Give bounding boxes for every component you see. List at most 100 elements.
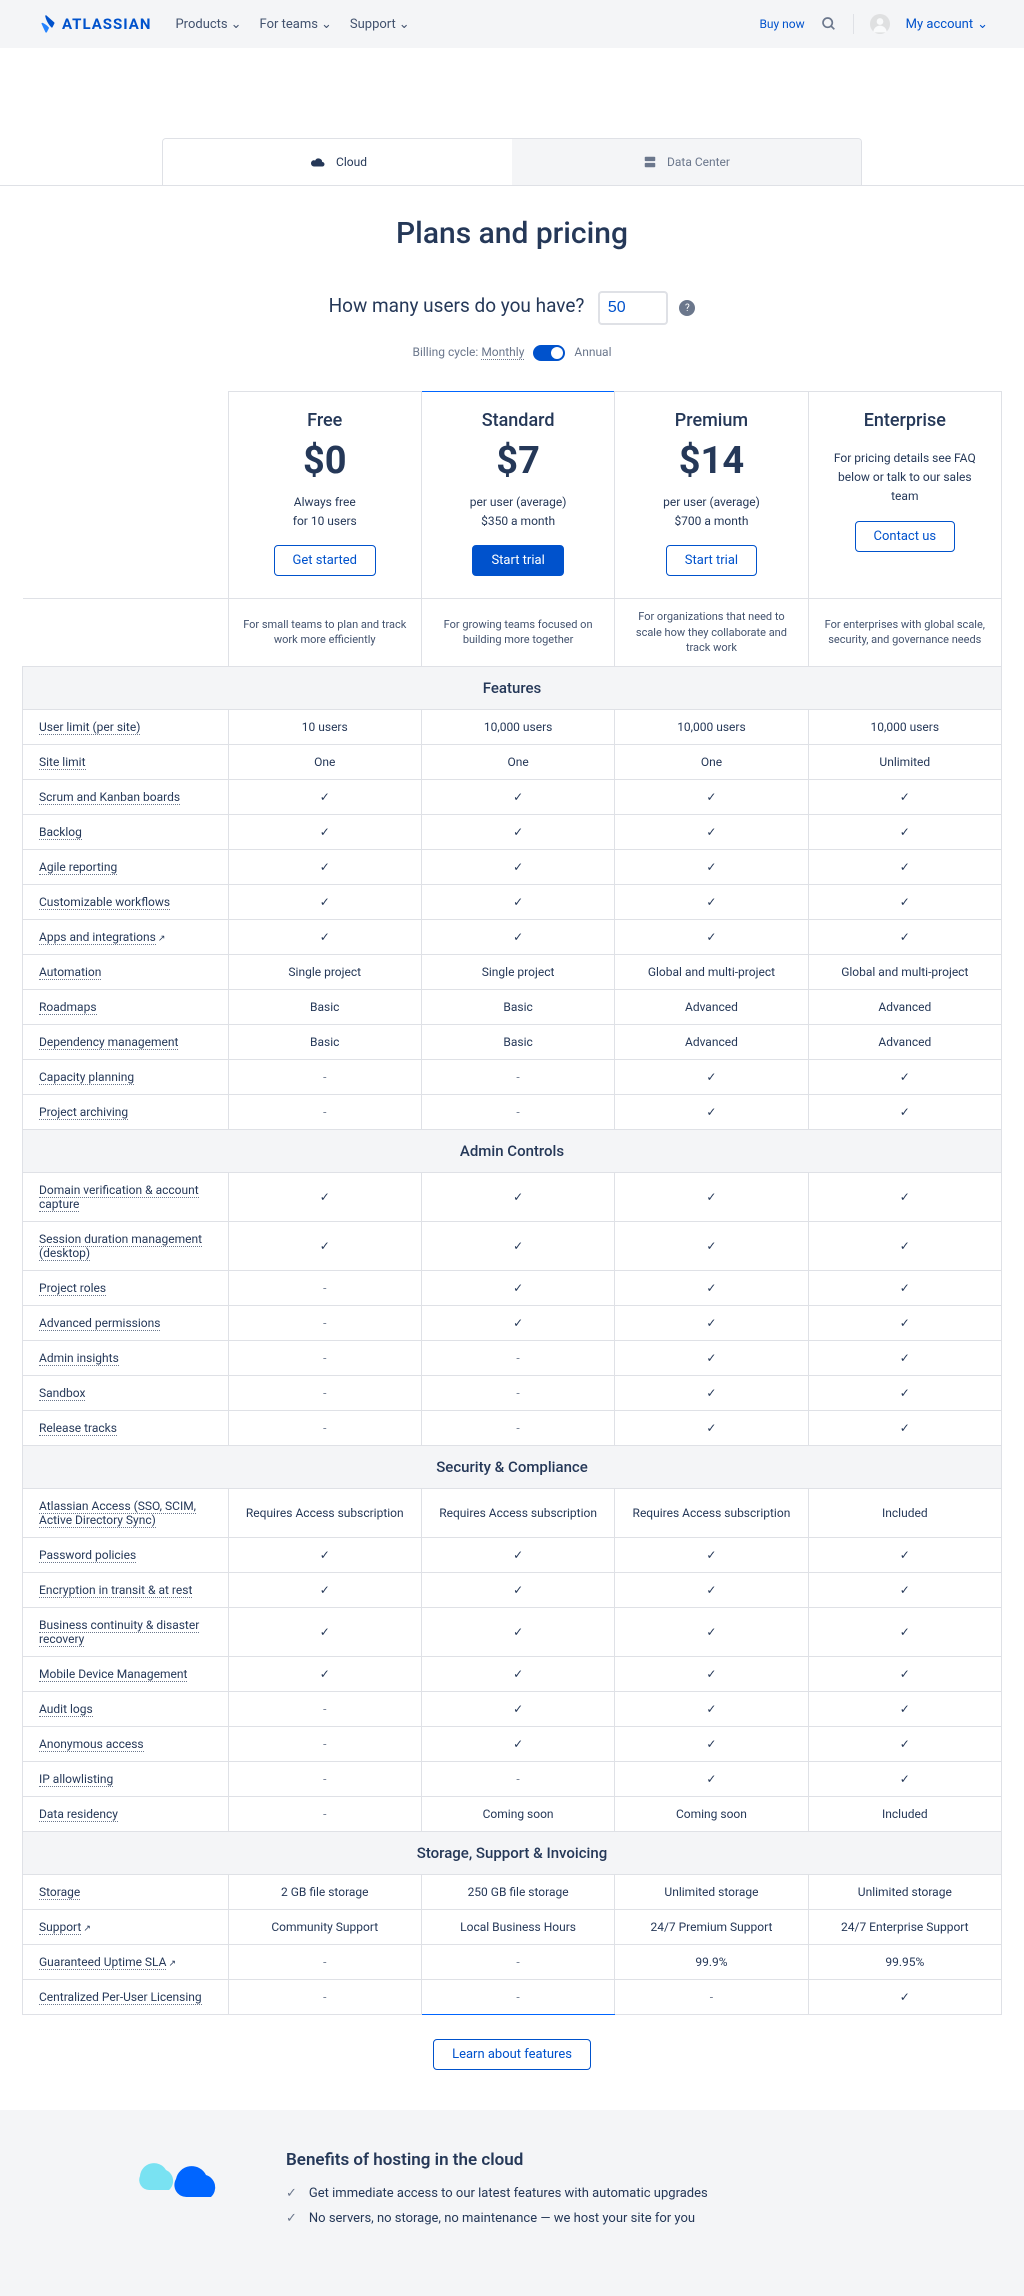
feature-row: Site limitOneOneOneUnlimited xyxy=(23,744,1002,779)
feature-row: Dependency managementBasicBasicAdvancedA… xyxy=(23,1024,1002,1059)
feature-row: AutomationSingle projectSingle projectGl… xyxy=(23,954,1002,989)
billing-toggle[interactable] xyxy=(533,345,565,361)
start-trial-premium-button[interactable]: Start trial xyxy=(666,545,757,576)
feature-label: Agile reporting xyxy=(23,849,229,884)
tab-data-center[interactable]: Data Center xyxy=(512,139,861,185)
plan-standard: Standard $7 per user (average)$350 a mon… xyxy=(421,392,614,599)
feature-row: Data residency-Coming soonComing soonInc… xyxy=(23,1796,1002,1831)
feature-label: Centralized Per-User Licensing xyxy=(23,1979,229,2014)
feature-label: Domain verification & account capture xyxy=(23,1172,229,1221)
feature-label: Automation xyxy=(23,954,229,989)
feature-label: Atlassian Access (SSO, SCIM, Active Dire… xyxy=(23,1488,229,1537)
feature-row: Audit logs-✓✓✓ xyxy=(23,1691,1002,1726)
learn-about-features-button[interactable]: Learn about features xyxy=(433,2039,591,2070)
plan-free: Free $0 Always freefor 10 users Get star… xyxy=(228,392,421,599)
feature-label: Admin insights xyxy=(23,1340,229,1375)
nav-products[interactable]: Products⌄ xyxy=(175,17,241,32)
section-header: Security & Compliance xyxy=(23,1445,1002,1488)
feature-label: Dependency management xyxy=(23,1024,229,1059)
feature-label: Sandbox xyxy=(23,1375,229,1410)
buy-now-link[interactable]: Buy now xyxy=(759,17,804,31)
plan-premium: Premium $14 per user (average)$700 a mon… xyxy=(615,392,808,599)
feature-row: Advanced permissions-✓✓✓ xyxy=(23,1305,1002,1340)
feature-row: Admin insights--✓✓ xyxy=(23,1340,1002,1375)
feature-row: IP allowlisting--✓✓ xyxy=(23,1761,1002,1796)
pricing-table: Free $0 Always freefor 10 users Get star… xyxy=(22,391,1002,2015)
feature-row: Scrum and Kanban boards✓✓✓✓ xyxy=(23,779,1002,814)
feature-row: Anonymous access-✓✓✓ xyxy=(23,1726,1002,1761)
feature-label: Mobile Device Management xyxy=(23,1656,229,1691)
users-label: How many users do you have? xyxy=(329,294,585,317)
feature-label: Roadmaps xyxy=(23,989,229,1024)
feature-label: Backlog xyxy=(23,814,229,849)
my-account-menu[interactable]: My account⌄ xyxy=(906,17,988,32)
feature-label: Data residency xyxy=(23,1796,229,1831)
feature-label: IP allowlisting xyxy=(23,1761,229,1796)
contact-us-button[interactable]: Contact us xyxy=(855,521,956,552)
feature-row: Backlog✓✓✓✓ xyxy=(23,814,1002,849)
feature-label: User limit (per site) xyxy=(23,709,229,744)
section-header: Storage, Support & Invoicing xyxy=(23,1831,1002,1874)
feature-label: Project roles xyxy=(23,1270,229,1305)
cloud-icon xyxy=(308,156,326,168)
feature-row: Password policies✓✓✓✓ xyxy=(23,1537,1002,1572)
feature-label: Guaranteed Uptime SLA↗ xyxy=(23,1944,229,1979)
plan-enterprise: Enterprise For pricing details see FAQ b… xyxy=(808,392,1001,599)
feature-label: Advanced permissions xyxy=(23,1305,229,1340)
billing-annual[interactable]: Annual xyxy=(574,345,611,359)
get-started-button[interactable]: Get started xyxy=(274,545,376,576)
benefit-item: ✓Get immediate access to our latest feat… xyxy=(286,2186,708,2201)
feature-row: Business continuity & disaster recovery✓… xyxy=(23,1607,1002,1656)
nav-for-teams[interactable]: For teams⌄ xyxy=(260,17,332,32)
section-header: Admin Controls xyxy=(23,1129,1002,1172)
start-trial-standard-button[interactable]: Start trial xyxy=(472,545,563,576)
feature-row: Guaranteed Uptime SLA↗--99.9%99.95% xyxy=(23,1944,1002,1979)
feature-row: Agile reporting✓✓✓✓ xyxy=(23,849,1002,884)
chevron-down-icon: ⌄ xyxy=(321,17,332,32)
check-icon: ✓ xyxy=(286,2186,297,2201)
feature-row: Atlassian Access (SSO, SCIM, Active Dire… xyxy=(23,1488,1002,1537)
check-icon: ✓ xyxy=(286,2211,297,2226)
feature-row: Release tracks--✓✓ xyxy=(23,1410,1002,1445)
feature-row: Capacity planning--✓✓ xyxy=(23,1059,1002,1094)
brand-logo[interactable]: ATLASSIAN xyxy=(36,14,151,34)
feature-row: Sandbox--✓✓ xyxy=(23,1375,1002,1410)
brand-text: ATLASSIAN xyxy=(62,15,151,33)
server-icon xyxy=(643,155,657,169)
benefit-item: ✓No servers, no storage, no maintenance … xyxy=(286,2211,708,2226)
feature-row: Apps and integrations↗✓✓✓✓ xyxy=(23,919,1002,954)
feature-label: Release tracks xyxy=(23,1410,229,1445)
cloud-illustration xyxy=(136,2150,226,2214)
feature-label: Storage xyxy=(23,1874,229,1909)
help-icon[interactable]: ? xyxy=(679,300,695,316)
feature-label: Customizable workflows xyxy=(23,884,229,919)
feature-row: RoadmapsBasicBasicAdvancedAdvanced xyxy=(23,989,1002,1024)
benefits-title: Benefits of hosting in the cloud xyxy=(286,2150,708,2170)
feature-row: Session duration management (desktop)✓✓✓… xyxy=(23,1221,1002,1270)
avatar-icon xyxy=(870,14,890,34)
atlassian-icon xyxy=(36,14,56,34)
users-input[interactable] xyxy=(598,291,668,325)
feature-row: Storage2 GB file storage250 GB file stor… xyxy=(23,1874,1002,1909)
billing-monthly[interactable]: Monthly xyxy=(481,345,524,360)
chevron-down-icon: ⌄ xyxy=(231,17,242,32)
feature-row: Customizable workflows✓✓✓✓ xyxy=(23,884,1002,919)
feature-row: Support↗Community SupportLocal Business … xyxy=(23,1909,1002,1944)
tab-cloud[interactable]: Cloud xyxy=(163,139,512,185)
feature-label: Business continuity & disaster recovery xyxy=(23,1607,229,1656)
feature-label: Apps and integrations↗ xyxy=(23,919,229,954)
feature-row: User limit (per site)10 users10,000 user… xyxy=(23,709,1002,744)
feature-row: Domain verification & account capture✓✓✓… xyxy=(23,1172,1002,1221)
feature-row: Project archiving--✓✓ xyxy=(23,1094,1002,1129)
chevron-down-icon: ⌄ xyxy=(399,17,410,32)
search-icon[interactable] xyxy=(821,16,837,32)
page-title: Plans and pricing xyxy=(0,216,1024,251)
feature-label: Anonymous access xyxy=(23,1726,229,1761)
feature-label: Support↗ xyxy=(23,1909,229,1944)
feature-label: Password policies xyxy=(23,1537,229,1572)
feature-label: Scrum and Kanban boards xyxy=(23,779,229,814)
feature-label: Audit logs xyxy=(23,1691,229,1726)
nav-support[interactable]: Support⌄ xyxy=(350,17,410,32)
feature-label: Capacity planning xyxy=(23,1059,229,1094)
feature-row: Centralized Per-User Licensing---✓ xyxy=(23,1979,1002,2014)
